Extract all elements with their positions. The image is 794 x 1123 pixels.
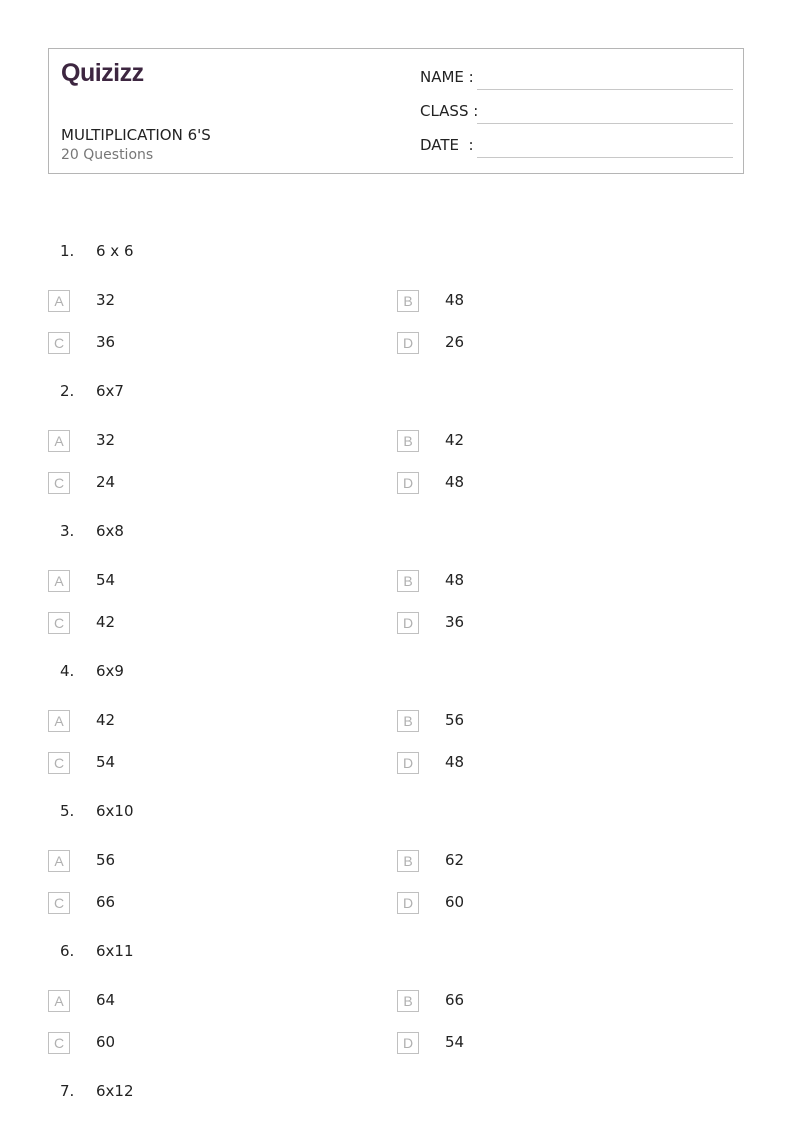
question-number: 3. [60, 522, 75, 540]
option-letter-box: A [48, 570, 70, 592]
option-text: 48 [445, 571, 465, 589]
option-letter-box: A [48, 430, 70, 452]
date-label: DATE : [420, 136, 474, 154]
option-letter-box: A [48, 710, 70, 732]
option-text: 66 [445, 991, 465, 1009]
option-text: 56 [445, 711, 465, 729]
option-text: 24 [96, 473, 116, 491]
option-text: 60 [96, 1033, 116, 1051]
question-count: 20 Questions [61, 147, 154, 163]
option-text: 54 [96, 753, 116, 771]
name-label: NAME : [420, 68, 474, 86]
option-text: 42 [96, 613, 116, 631]
option-letter-box: C [48, 1032, 70, 1054]
option-letter-box: B [397, 430, 419, 452]
class-label: CLASS : [420, 102, 479, 120]
option-text: 54 [445, 1033, 465, 1051]
option-text: 48 [445, 753, 465, 771]
option-text: 48 [445, 473, 465, 491]
option-text: 42 [96, 711, 116, 729]
question-number: 4. [60, 662, 75, 680]
option-letter-box: D [397, 332, 419, 354]
worksheet-title: MULTIPLICATION 6'S [61, 126, 211, 144]
option-letter-box: B [397, 710, 419, 732]
option-letter-box: C [48, 332, 70, 354]
question-text: 6 x 6 [96, 242, 134, 260]
option-text: 26 [445, 333, 465, 351]
option-text: 36 [445, 613, 465, 631]
option-letter-box: C [48, 892, 70, 914]
option-text: 36 [96, 333, 116, 351]
question-number: 5. [60, 802, 75, 820]
option-letter-box: B [397, 570, 419, 592]
option-letter-box: B [397, 290, 419, 312]
question-text: 6x9 [96, 662, 124, 680]
option-letter-box: B [397, 990, 419, 1012]
question-number: 2. [60, 382, 75, 400]
question-number: 1. [60, 242, 75, 260]
question-number: 7. [60, 1082, 75, 1100]
option-letter-box: D [397, 752, 419, 774]
question-text: 6x12 [96, 1082, 134, 1100]
option-text: 42 [445, 431, 465, 449]
option-text: 48 [445, 291, 465, 309]
question-text: 6x7 [96, 382, 124, 400]
option-letter-box: A [48, 850, 70, 872]
date-line [477, 157, 733, 158]
option-text: 32 [96, 291, 116, 309]
option-letter-box: A [48, 290, 70, 312]
name-line [477, 89, 733, 90]
option-text: 56 [96, 851, 116, 869]
option-text: 66 [96, 893, 116, 911]
quizizz-logo: Quizizz [61, 59, 144, 87]
option-letter-box: D [397, 472, 419, 494]
question-number: 6. [60, 942, 75, 960]
worksheet-header: Quizizz MULTIPLICATION 6'S 20 Questions … [48, 48, 744, 174]
option-letter-box: D [397, 1032, 419, 1054]
option-letter-box: D [397, 892, 419, 914]
option-text: 32 [96, 431, 116, 449]
option-text: 64 [96, 991, 116, 1009]
option-text: 60 [445, 893, 465, 911]
option-text: 54 [96, 571, 116, 589]
option-letter-box: C [48, 472, 70, 494]
question-text: 6x11 [96, 942, 134, 960]
option-letter-box: C [48, 752, 70, 774]
option-letter-box: C [48, 612, 70, 634]
option-letter-box: B [397, 850, 419, 872]
question-text: 6x10 [96, 802, 134, 820]
option-letter-box: D [397, 612, 419, 634]
class-line [477, 123, 733, 124]
option-letter-box: A [48, 990, 70, 1012]
question-text: 6x8 [96, 522, 124, 540]
option-text: 62 [445, 851, 465, 869]
